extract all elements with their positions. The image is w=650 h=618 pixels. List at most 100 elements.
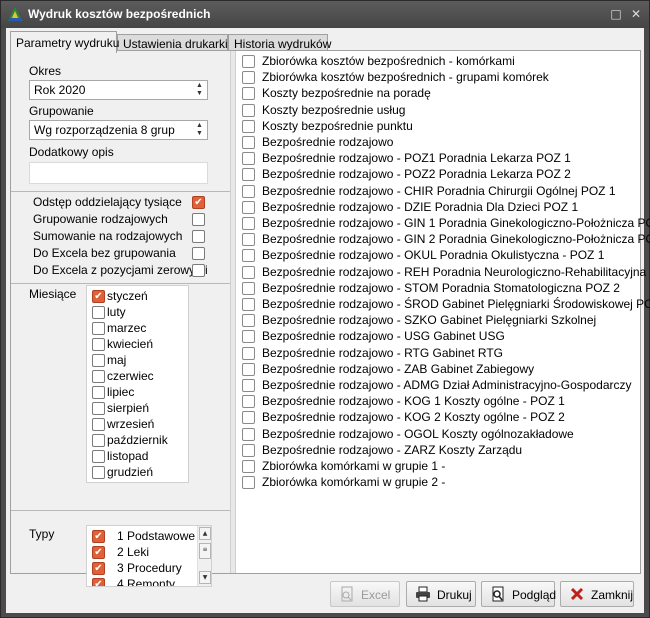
checkbox[interactable] bbox=[242, 346, 255, 360]
list-item[interactable]: listopad bbox=[89, 448, 187, 464]
checkbox-checked[interactable]: ✔ bbox=[92, 530, 105, 543]
list-item[interactable]: maj bbox=[89, 352, 187, 368]
dodatkowy-opis-input[interactable] bbox=[29, 162, 208, 184]
report-item[interactable]: Bezpośrednie rodzajowo - DZIE Poradnia D… bbox=[236, 199, 640, 215]
checkbox[interactable] bbox=[242, 168, 255, 182]
tab-parametry-wydruku[interactable]: Parametry wydruku bbox=[10, 31, 119, 53]
report-item[interactable]: Bezpośrednie rodzajowo - USG Gabinet USG bbox=[236, 328, 640, 344]
checkbox-checked[interactable]: ✔ bbox=[92, 290, 105, 303]
option-row[interactable]: Odstęp oddzielający tysiące ✔ bbox=[11, 194, 230, 211]
drukuj-button[interactable]: Drukuj bbox=[406, 581, 476, 607]
checkbox[interactable] bbox=[242, 103, 255, 117]
checkbox-checked[interactable]: ✔ bbox=[92, 546, 105, 559]
list-item[interactable]: sierpień bbox=[89, 400, 187, 416]
maximize-icon[interactable]: □ bbox=[609, 7, 623, 21]
report-item[interactable]: Koszty bezpośrednie punktu bbox=[236, 118, 640, 134]
checkbox[interactable] bbox=[242, 265, 255, 279]
checkbox[interactable] bbox=[242, 200, 255, 214]
report-item[interactable]: Zbiorówka kosztów bezpośrednich - komórk… bbox=[236, 53, 640, 69]
checkbox[interactable] bbox=[242, 476, 255, 490]
report-item[interactable]: Bezpośrednie rodzajowo - STOM Poradnia S… bbox=[236, 280, 640, 296]
checkbox[interactable] bbox=[242, 330, 255, 344]
types-scrollbar[interactable]: ▲ ≡ ▼ bbox=[197, 526, 211, 586]
checkbox[interactable] bbox=[242, 379, 255, 392]
checkbox[interactable] bbox=[242, 55, 255, 68]
checkbox[interactable] bbox=[242, 427, 255, 441]
report-item[interactable]: Zbiorówka komórkami w grupie 2 - bbox=[236, 474, 640, 490]
checkbox[interactable] bbox=[242, 136, 255, 149]
option-row[interactable]: Sumowanie na rodzajowych bbox=[11, 228, 230, 245]
checkbox[interactable] bbox=[242, 119, 255, 133]
checkbox[interactable] bbox=[92, 354, 105, 367]
report-item[interactable]: Bezpośrednie rodzajowo - RTG Gabinet RTG bbox=[236, 345, 640, 361]
checkbox[interactable] bbox=[242, 411, 255, 425]
report-item[interactable]: Bezpośrednie rodzajowo - POZ2 Poradnia L… bbox=[236, 166, 640, 182]
list-item[interactable]: marzec bbox=[89, 320, 187, 336]
close-icon[interactable]: ✕ bbox=[629, 7, 643, 21]
checkbox[interactable] bbox=[192, 247, 205, 260]
report-item[interactable]: Koszty bezpośrednie usług bbox=[236, 102, 640, 118]
checkbox[interactable] bbox=[92, 434, 105, 447]
okres-select[interactable]: Rok 2020 ▲ ▼ bbox=[29, 80, 208, 100]
report-item[interactable]: Bezpośrednie rodzajowo - POZ1 Poradnia L… bbox=[236, 150, 640, 166]
list-item[interactable]: ✔ 3 Procedury bbox=[89, 560, 197, 576]
report-item[interactable]: Bezpośrednie rodzajowo - ŚROD Gabinet Pi… bbox=[236, 296, 650, 312]
checkbox[interactable] bbox=[242, 184, 255, 198]
list-item[interactable]: luty bbox=[89, 304, 187, 320]
checkbox[interactable] bbox=[192, 213, 205, 226]
checkbox[interactable] bbox=[242, 249, 255, 263]
list-item[interactable]: grudzień bbox=[89, 464, 187, 480]
option-row[interactable]: Do Excela bez grupowania bbox=[11, 245, 230, 262]
list-item[interactable]: ✔ styczeń bbox=[89, 288, 187, 304]
report-item[interactable]: Zbiorówka kosztów bezpośrednich - grupam… bbox=[236, 69, 640, 85]
report-item[interactable]: Bezpośrednie rodzajowo - CHIR Poradnia C… bbox=[236, 183, 640, 199]
report-item[interactable]: Koszty bezpośrednie na poradę bbox=[236, 85, 640, 101]
list-item[interactable]: wrzesień bbox=[89, 416, 187, 432]
checkbox[interactable] bbox=[92, 322, 105, 335]
checkbox[interactable] bbox=[242, 443, 255, 457]
zamknij-button[interactable]: Zamknij bbox=[560, 581, 634, 607]
report-item[interactable]: Bezpośrednie rodzajowo - OKUL Poradnia O… bbox=[236, 247, 640, 263]
report-item[interactable]: Zbiorówka komórkami w grupie 1 - bbox=[236, 458, 640, 474]
checkbox[interactable] bbox=[92, 338, 105, 351]
checkbox[interactable] bbox=[92, 386, 105, 399]
option-row[interactable]: Do Excela z pozycjami zerowymi bbox=[11, 262, 230, 279]
checkbox[interactable] bbox=[242, 217, 255, 230]
checkbox[interactable] bbox=[92, 418, 105, 431]
checkbox[interactable] bbox=[242, 460, 255, 473]
checkbox[interactable] bbox=[92, 370, 105, 383]
scroll-up-icon[interactable]: ▲ bbox=[199, 527, 211, 540]
podglad-button[interactable]: Podgląd bbox=[481, 581, 556, 607]
report-item[interactable]: Bezpośrednie rodzajowo - ZAB Gabinet Zab… bbox=[236, 361, 640, 377]
checkbox[interactable] bbox=[242, 362, 255, 376]
checkbox[interactable] bbox=[92, 402, 105, 415]
checkbox[interactable] bbox=[192, 230, 205, 243]
report-item[interactable]: Bezpośrednie rodzajowo - ZARZ Koszty Zar… bbox=[236, 442, 640, 458]
grupowanie-select[interactable]: Wg rozporządzenia 8 grup ▲ ▼ bbox=[29, 120, 208, 140]
checkbox[interactable] bbox=[242, 71, 255, 85]
checkbox[interactable] bbox=[242, 152, 255, 166]
report-item[interactable]: Bezpośrednie rodzajowo - SZKO Gabinet Pi… bbox=[236, 312, 640, 328]
list-item[interactable]: kwiecień bbox=[89, 336, 187, 352]
excel-button[interactable]: Excel bbox=[330, 581, 400, 607]
checkbox-checked[interactable]: ✔ bbox=[192, 196, 205, 209]
option-row[interactable]: Grupowanie rodzajowych bbox=[11, 211, 230, 228]
checkbox[interactable] bbox=[192, 264, 205, 277]
report-item[interactable]: Bezpośrednie rodzajowo - GIN 1 Poradnia … bbox=[236, 215, 650, 231]
checkbox[interactable] bbox=[92, 466, 105, 479]
spin-updown-icon[interactable]: ▲ ▼ bbox=[193, 82, 206, 98]
checkbox[interactable] bbox=[242, 233, 255, 247]
list-item[interactable]: październik bbox=[89, 432, 187, 448]
report-item[interactable]: Bezpośrednie rodzajowo - OGOL Koszty ogó… bbox=[236, 426, 640, 442]
checkbox[interactable] bbox=[242, 281, 255, 295]
report-item[interactable]: Bezpośrednie rodzajowo - GIN 2 Poradnia … bbox=[236, 231, 650, 247]
report-item[interactable]: Bezpośrednie rodzajowo - KOG 2 Koszty og… bbox=[236, 409, 640, 425]
list-item[interactable]: lipiec bbox=[89, 384, 187, 400]
report-item[interactable]: Bezpośrednie rodzajowo - REH Poradnia Ne… bbox=[236, 264, 650, 280]
report-item[interactable]: Bezpośrednie rodzajowo bbox=[236, 134, 640, 150]
checkbox[interactable] bbox=[242, 314, 255, 328]
checkbox[interactable] bbox=[92, 306, 105, 319]
checkbox[interactable] bbox=[242, 87, 255, 101]
list-item[interactable]: ✔ 2 Leki bbox=[89, 544, 197, 560]
spin-updown-icon[interactable]: ▲ ▼ bbox=[193, 122, 206, 138]
